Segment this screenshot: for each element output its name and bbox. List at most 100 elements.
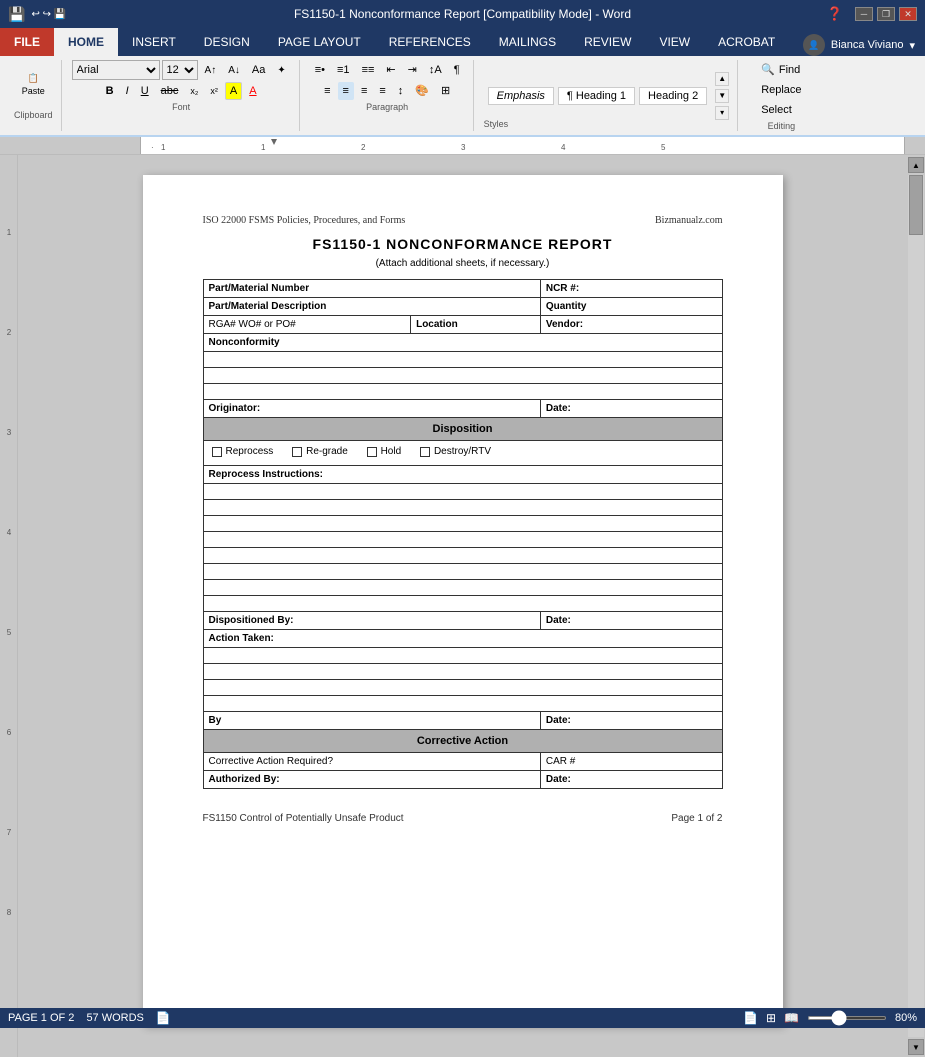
- view-read-icon[interactable]: 📖: [784, 1011, 799, 1025]
- regrade-checkbox[interactable]: Re-grade: [292, 446, 348, 457]
- window-controls[interactable]: ❓ ─ ❐ ✕: [717, 6, 917, 22]
- view-print-icon[interactable]: 📄: [743, 1011, 758, 1025]
- highlight-button[interactable]: A: [225, 82, 242, 100]
- subscript-button[interactable]: x₂: [185, 83, 203, 99]
- font-color-button[interactable]: A: [244, 82, 261, 100]
- footer-left: FS1150 Control of Potentially Unsafe Pro…: [203, 813, 404, 824]
- decrease-indent-button[interactable]: ⇤: [381, 60, 400, 79]
- style-more-button[interactable]: ▾: [715, 106, 729, 120]
- ruler: · 1 1 2 3 4 5: [0, 137, 925, 155]
- corrective-action-header: Corrective Action: [203, 729, 722, 752]
- help-icon[interactable]: ❓: [827, 6, 843, 22]
- replace-label: Replace: [761, 84, 801, 96]
- table-row: Action Taken:: [203, 629, 722, 647]
- right-scrollbar[interactable]: ▲ ▼: [907, 155, 925, 1057]
- style-scroll[interactable]: ▲ ▼ ▾: [715, 72, 729, 120]
- hold-checkbox[interactable]: Hold: [367, 446, 402, 457]
- style-scroll-up[interactable]: ▲: [715, 72, 729, 86]
- minimize-button[interactable]: ─: [855, 7, 873, 21]
- multilevel-button[interactable]: ≡≡: [357, 61, 380, 79]
- user-dropdown[interactable]: ▾: [909, 39, 915, 52]
- page-header: ISO 22000 FSMS Policies, Procedures, and…: [203, 215, 723, 226]
- change-case-button[interactable]: Aa: [247, 61, 270, 79]
- tab-acrobat[interactable]: ACROBAT: [704, 28, 789, 56]
- zoom-slider[interactable]: [807, 1016, 887, 1020]
- align-right-button[interactable]: ≡: [356, 82, 372, 100]
- find-button[interactable]: 🔍 Find: [752, 60, 810, 79]
- scrollbar-track: [908, 175, 924, 1037]
- part-material-number-label: Part/Material Number: [203, 280, 540, 298]
- scroll-area[interactable]: ISO 22000 FSMS Policies, Procedures, and…: [18, 155, 907, 1057]
- scroll-down-button[interactable]: ▼: [908, 1039, 924, 1055]
- scroll-up-button[interactable]: ▲: [908, 157, 924, 173]
- style-gallery: Emphasis ¶ Heading 1 Heading 2: [484, 87, 712, 105]
- tab-review[interactable]: REVIEW: [570, 28, 645, 56]
- line-spacing-button[interactable]: ↕: [393, 82, 409, 100]
- view-fullscreen-icon[interactable]: ⊞: [766, 1011, 776, 1025]
- tab-file[interactable]: FILE: [0, 28, 54, 56]
- tab-mailings[interactable]: MAILINGS: [485, 28, 570, 56]
- destroy-rtv-label: Destroy/RTV: [434, 446, 491, 457]
- bold-button[interactable]: B: [101, 82, 119, 100]
- table-row: [203, 595, 722, 611]
- status-bar-right: 📄 ⊞ 📖 80%: [743, 1011, 917, 1025]
- align-center-button[interactable]: ≡: [338, 82, 354, 100]
- borders-button[interactable]: ⊞: [436, 81, 455, 100]
- increase-indent-button[interactable]: ⇥: [403, 60, 422, 79]
- style-heading2[interactable]: Heading 2: [639, 87, 707, 105]
- superscript-button[interactable]: x²: [205, 83, 223, 99]
- tab-home[interactable]: HOME: [54, 28, 118, 56]
- italic-button[interactable]: I: [121, 82, 134, 100]
- action-taken-label: Action Taken:: [203, 629, 722, 647]
- style-scroll-down[interactable]: ▼: [715, 89, 729, 103]
- underline-button[interactable]: U: [136, 82, 154, 100]
- reprocess-checkbox[interactable]: Reprocess: [212, 446, 274, 457]
- strikethrough-button[interactable]: abc: [156, 82, 184, 100]
- tab-view[interactable]: VIEW: [645, 28, 704, 56]
- tab-insert[interactable]: INSERT: [118, 28, 190, 56]
- user-info: 👤 Bianca Viviano ▾: [793, 34, 925, 56]
- tab-design[interactable]: DESIGN: [190, 28, 264, 56]
- svg-text:5: 5: [7, 628, 12, 637]
- close-button[interactable]: ✕: [899, 7, 917, 21]
- tab-references[interactable]: REFERENCES: [375, 28, 485, 56]
- scrollbar-thumb[interactable]: [909, 175, 923, 235]
- replace-button[interactable]: Replace: [752, 81, 810, 99]
- svg-text:1: 1: [7, 228, 12, 237]
- reprocess-label: Reprocess: [226, 446, 274, 457]
- user-name: Bianca Viviano: [831, 39, 904, 51]
- clear-format-button[interactable]: ✦: [272, 62, 290, 79]
- tab-bar: FILE HOME INSERT DESIGN PAGE LAYOUT REFE…: [0, 28, 925, 56]
- font-size-select[interactable]: 12: [162, 60, 198, 80]
- show-formatting-button[interactable]: ¶: [449, 61, 465, 79]
- proofing-icon[interactable]: 📄: [156, 1011, 171, 1025]
- select-label: Select: [761, 104, 792, 116]
- table-row: Originator: Date:: [203, 400, 722, 418]
- shrink-font-button[interactable]: A↓: [223, 62, 245, 79]
- authorized-by-label: Authorized By:: [203, 770, 540, 788]
- header-right: Bizmanualz.com: [655, 215, 722, 226]
- destroy-rtv-checkbox[interactable]: Destroy/RTV: [420, 446, 491, 457]
- table-row: [203, 531, 722, 547]
- grow-font-button[interactable]: A↑: [200, 62, 222, 79]
- sort-button[interactable]: ↕A: [424, 61, 447, 79]
- left-ruler: 1 2 3 4 5 6 7 8: [0, 155, 18, 1057]
- table-row: [203, 515, 722, 531]
- svg-text:2: 2: [7, 328, 12, 337]
- paste-button[interactable]: 📋 Paste: [17, 60, 49, 108]
- style-emphasis[interactable]: Emphasis: [488, 87, 554, 105]
- select-button[interactable]: Select: [752, 101, 810, 119]
- numbering-button[interactable]: ≡1: [332, 61, 355, 79]
- font-face-select[interactable]: Arial: [72, 60, 160, 80]
- bullets-button[interactable]: ≡•: [310, 61, 330, 79]
- align-left-button[interactable]: ≡: [319, 82, 335, 100]
- shading-button[interactable]: 🎨: [410, 81, 434, 100]
- date-label-dispositioned: Date:: [540, 611, 722, 629]
- style-heading1[interactable]: ¶ Heading 1: [558, 87, 635, 105]
- justify-button[interactable]: ≡: [374, 82, 390, 100]
- main-area: 1 2 3 4 5 6 7 8 ISO 22000 FSMS Policies,…: [0, 155, 925, 1057]
- tab-page-layout[interactable]: PAGE LAYOUT: [264, 28, 375, 56]
- corrective-action-required-label: Corrective Action Required?: [203, 752, 540, 770]
- table-row: Part/Material Number NCR #:: [203, 280, 722, 298]
- restore-button[interactable]: ❐: [877, 7, 895, 21]
